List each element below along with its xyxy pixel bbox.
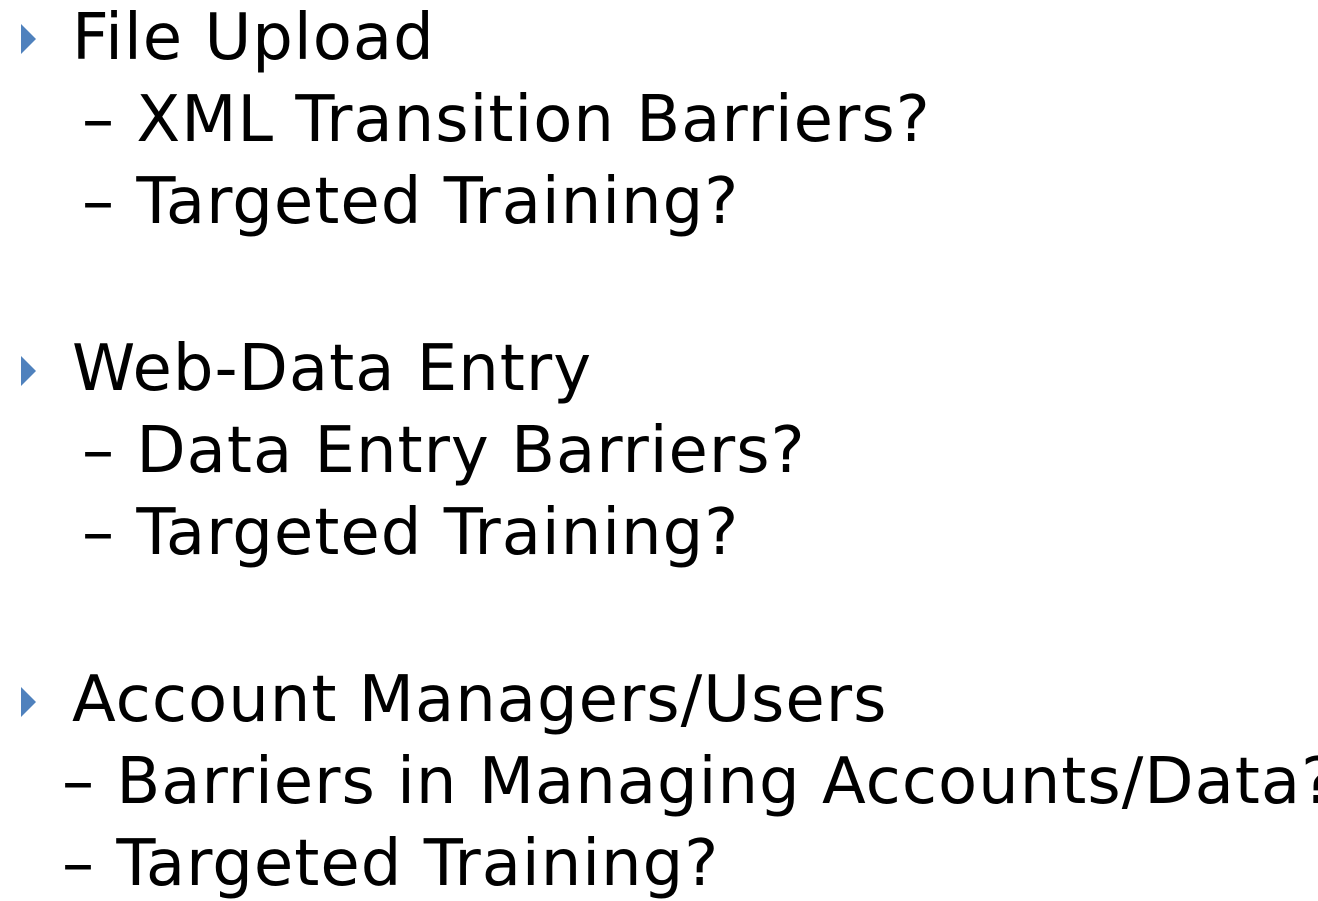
subitem-text: XML Transition Barriers?	[136, 83, 931, 157]
subitem-text: Targeted Training?	[136, 165, 740, 239]
triangle-right-icon	[21, 24, 36, 54]
triangle-right-icon	[21, 687, 36, 717]
subitem-line: – Data Entry Barriers?	[82, 419, 806, 483]
subitem-text: Targeted Training?	[136, 496, 740, 570]
subitem-line: – Targeted Training?	[82, 170, 739, 234]
triangle-right-icon	[21, 356, 36, 386]
subitem-line: – Targeted Training?	[82, 501, 739, 565]
section-heading: Account Managers/Users	[72, 663, 888, 737]
subitem-text: Data Entry Barriers?	[136, 414, 806, 488]
section-heading: Web-Data Entry	[72, 332, 593, 406]
dash: –	[62, 745, 95, 819]
subitem-line: – Targeted Training?	[62, 832, 719, 896]
dash: –	[62, 827, 95, 901]
subitem-text: Barriers in Managing Accounts/Data?	[116, 745, 1318, 819]
section-heading: File Upload	[72, 1, 435, 75]
dash: –	[82, 165, 115, 239]
dash: –	[82, 83, 115, 157]
subitem-line: – Barriers in Managing Accounts/Data?	[62, 750, 1318, 814]
dash: –	[82, 414, 115, 488]
subitem-line: – XML Transition Barriers?	[82, 88, 931, 152]
slide-content: File Upload – XML Transition Barriers? –…	[0, 0, 1318, 897]
dash: –	[82, 496, 115, 570]
subitem-text: Targeted Training?	[116, 827, 720, 901]
